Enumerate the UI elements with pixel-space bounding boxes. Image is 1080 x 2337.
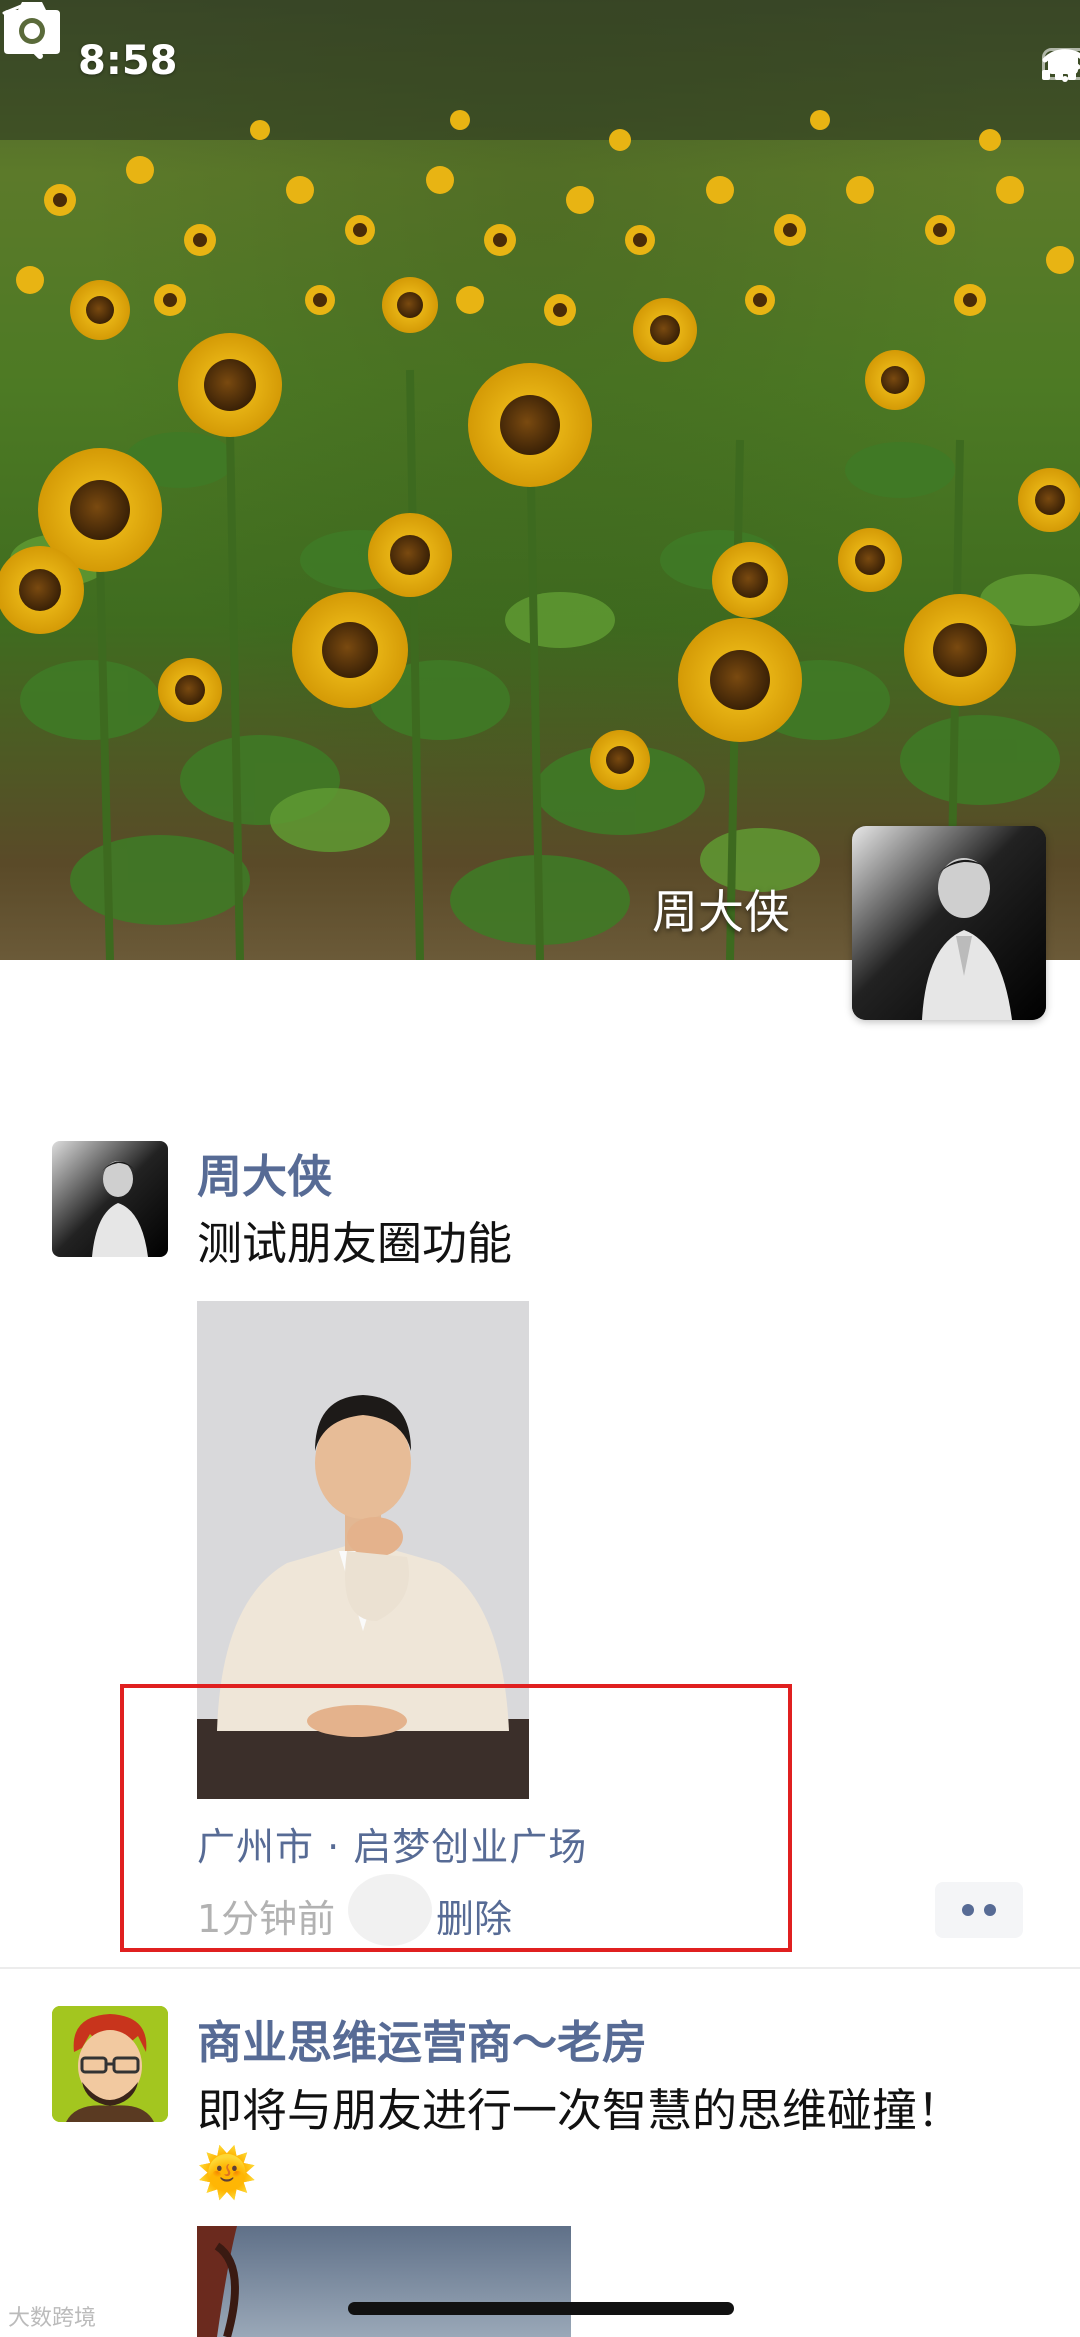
post-image[interactable] [197,1301,529,1799]
battery-icon [1042,48,1080,80]
post-author-avatar[interactable] [52,2006,168,2122]
author-avatar-image [52,1141,168,1257]
profile-avatar[interactable] [852,826,1046,1020]
cover-owner-name: 周大侠 [652,885,790,939]
dot-icon [984,1904,996,1916]
home-indicator[interactable] [348,2302,734,2315]
status-bar: 8:58 [0,0,1080,130]
sun-emoji: 🌞 [197,2145,257,2201]
sunflower-field-image [0,0,1080,960]
status-time: 8:58 [78,38,178,84]
post-author-name[interactable]: 商业思维运营商～老房 [197,2006,647,2071]
post-author-avatar[interactable] [52,1141,168,1257]
post-image[interactable] [197,2226,571,2337]
sky-photo [197,2226,571,2337]
post-timestamp: 1分钟前 [197,1897,336,1941]
post-divider [0,1967,1080,1969]
more-actions-button[interactable] [935,1882,1023,1938]
post-text: 测试朋友圈功能 [197,1217,513,1270]
profile-avatar-image [852,826,1046,1020]
delete-button[interactable]: 删除 [436,1888,512,1943]
privacy-icon [348,1874,432,1946]
post-author-name[interactable]: 周大侠 [197,1140,332,1205]
cartoon-avatar-image [52,2006,168,2122]
dot-icon [962,1904,974,1916]
watermark: 大数跨境 [8,2306,97,2331]
post-text: 即将与朋友进行一次智慧的思维碰撞！ [197,2084,963,2137]
post-location[interactable]: 广州市 · 启梦创业广场 [197,1816,587,1871]
camera-icon[interactable] [0,0,64,56]
cover-photo[interactable]: 8:58 周大侠 [0,0,1080,960]
portrait-photo [197,1301,529,1799]
